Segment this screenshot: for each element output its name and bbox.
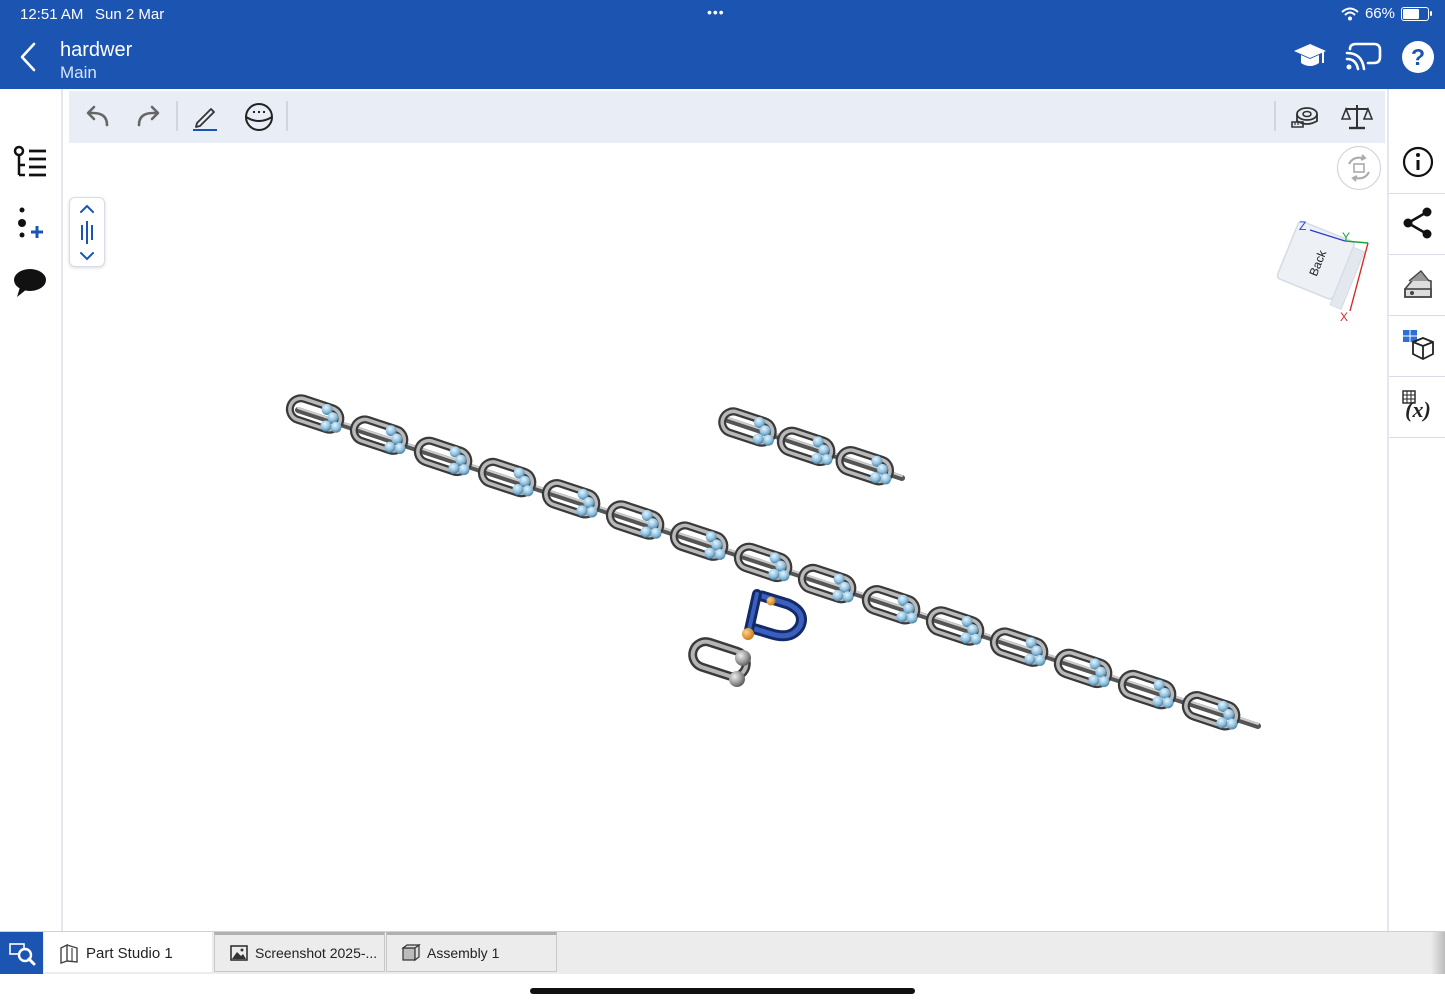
- tab-screenshot[interactable]: Screenshot 2025-...: [214, 932, 385, 972]
- document-title: hardwer: [60, 39, 133, 61]
- battery-percent: 66%: [1364, 5, 1395, 22]
- share-icon: [1403, 207, 1432, 239]
- branch-name: Main: [60, 63, 97, 82]
- image-icon: [230, 945, 248, 961]
- appearance-icon: [1404, 270, 1432, 298]
- tab-label: Assembly 1: [427, 945, 500, 961]
- home-indicator[interactable]: [530, 988, 915, 994]
- back-chevron-icon[interactable]: [14, 40, 44, 74]
- tab-assembly-1[interactable]: Assembly 1: [386, 932, 557, 972]
- part-studio-icon: [60, 943, 78, 964]
- appearance-button[interactable]: [1389, 255, 1445, 316]
- search-tabs-icon: [9, 943, 36, 966]
- comments-icon[interactable]: [12, 265, 48, 301]
- left-panel: [0, 89, 63, 931]
- loose-link[interactable]: [688, 637, 751, 687]
- svg-text:?: ?: [1411, 44, 1425, 70]
- multitask-dots[interactable]: •••: [707, 4, 725, 20]
- short-chain[interactable]: [718, 406, 905, 488]
- 3d-model-view[interactable]: [63, 89, 1385, 931]
- tab-bar: Part Studio 1 Screenshot 2025-... Assemb…: [0, 931, 1445, 974]
- help-icon[interactable]: ?: [1400, 39, 1436, 75]
- app-header: 12:51 AM Sun 2 Mar ••• 66% hardwer Main …: [0, 0, 1445, 89]
- variable-table-icon: (x): [1402, 390, 1431, 422]
- assembly-icon: [401, 943, 421, 962]
- tab-scroll-edge: [1431, 932, 1445, 974]
- wifi-icon: [1341, 7, 1359, 20]
- parts-list-button[interactable]: [1389, 316, 1445, 377]
- learning-center-icon[interactable]: [1292, 39, 1328, 75]
- status-indicators: 66%: [1341, 5, 1432, 22]
- info-button[interactable]: [1389, 133, 1445, 194]
- info-icon: [1402, 146, 1434, 178]
- feature-list-icon[interactable]: [12, 145, 48, 181]
- tab-part-studio-1[interactable]: Part Studio 1: [44, 932, 212, 972]
- shackle[interactable]: [742, 589, 807, 642]
- cast-icon[interactable]: [1344, 39, 1384, 75]
- status-date: Sun 2 Mar: [95, 6, 165, 23]
- status-time: 12:51 AM: [20, 6, 84, 23]
- tab-label: Part Studio 1: [86, 944, 173, 962]
- share-button[interactable]: [1389, 194, 1445, 255]
- svg-text:(x): (x): [1405, 397, 1431, 422]
- tab-label: Screenshot 2025-...: [255, 945, 378, 961]
- variables-button[interactable]: (x): [1389, 377, 1445, 438]
- tab-search-button[interactable]: [0, 932, 43, 974]
- parts-grid-icon: [1403, 330, 1434, 361]
- right-panel: (x): [1387, 89, 1445, 931]
- battery-icon: [1401, 6, 1432, 21]
- add-feature-icon[interactable]: [12, 205, 48, 241]
